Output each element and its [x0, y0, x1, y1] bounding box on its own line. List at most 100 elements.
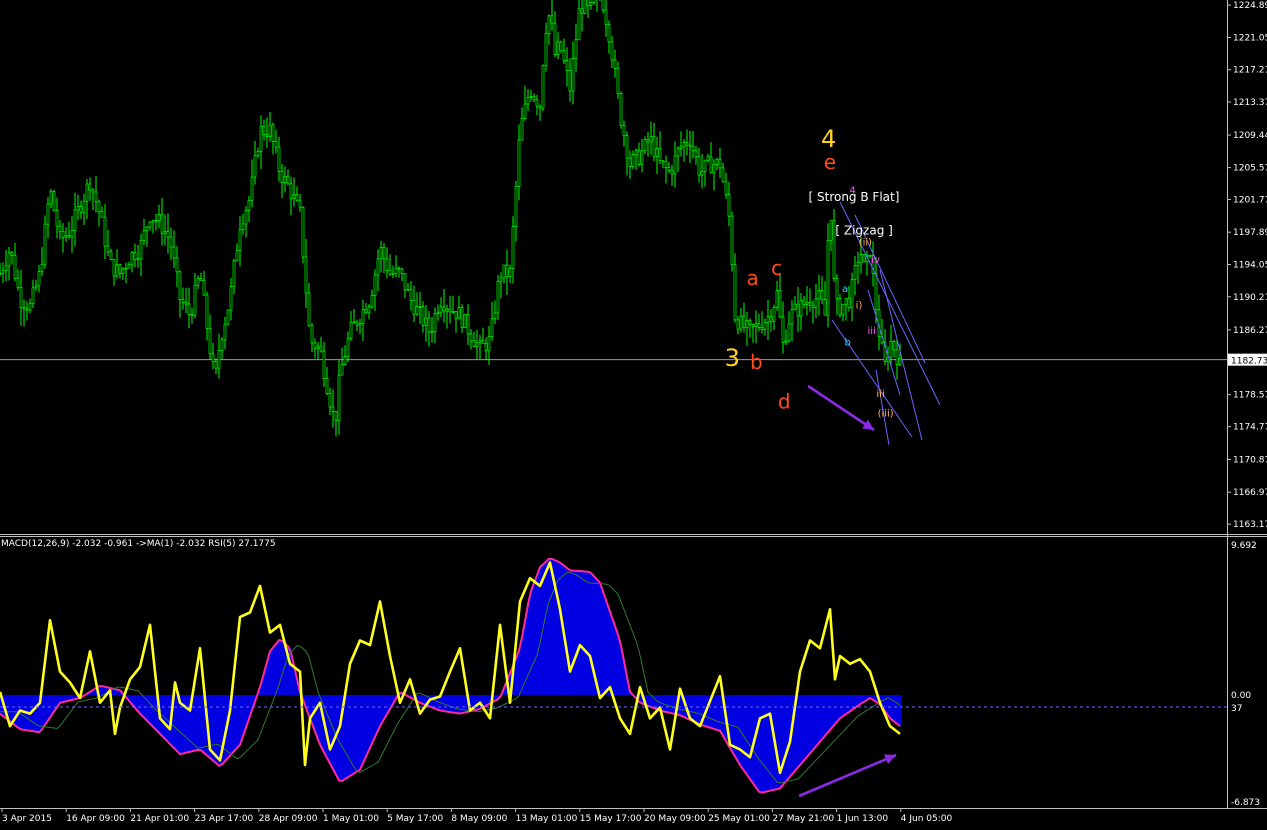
- candle-body: [382, 247, 386, 260]
- candle-body: [589, 1, 593, 6]
- candle-body: [238, 229, 242, 252]
- candle-body: [748, 320, 752, 325]
- candle-body: [181, 299, 185, 303]
- candle-body: [355, 321, 359, 326]
- candle-body: [229, 286, 233, 311]
- time-tick-label: 1 May 01:00: [323, 814, 379, 824]
- candle-body: [178, 271, 182, 300]
- candle-body: [862, 254, 866, 263]
- candle-body: [772, 307, 776, 322]
- candle-body: [781, 316, 785, 343]
- candle-body: [379, 247, 383, 260]
- candle-body: [679, 145, 683, 150]
- price-tick-label: 1170.87: [1233, 455, 1267, 465]
- candle-body: [733, 264, 737, 321]
- candle-body: [400, 268, 404, 274]
- time-tick-label: 1 Jun 13:00: [837, 814, 889, 824]
- candle-body: [583, 0, 587, 14]
- time-tick-label: 20 May 09:00: [644, 814, 706, 824]
- candle-body: [790, 308, 794, 325]
- candle-body: [802, 299, 806, 305]
- price-tick-label: 1174.77: [1233, 423, 1267, 433]
- candle-body: [460, 307, 464, 328]
- candle-body: [547, 15, 551, 34]
- candle-body: [754, 323, 758, 327]
- time-tick-label: 5 May 17:00: [387, 814, 443, 824]
- candle-body: [556, 41, 560, 55]
- candle-body: [628, 157, 632, 167]
- candle-body: [616, 67, 620, 94]
- price-tick-label: 1194.05: [1233, 260, 1267, 270]
- candle-body: [298, 199, 302, 208]
- ind-tick-label: 9.692: [1231, 541, 1257, 551]
- candle-body: [271, 124, 275, 142]
- candle-body: [4, 265, 8, 271]
- candle-body: [442, 306, 446, 312]
- candle-body: [310, 325, 314, 344]
- candle-body: [499, 277, 503, 282]
- candle-body: [130, 252, 134, 266]
- candle-body: [715, 158, 719, 165]
- candle-body: [514, 186, 518, 227]
- candle-body: [319, 345, 323, 352]
- candle-body: [478, 340, 482, 344]
- candle-body: [454, 311, 458, 320]
- candle-body: [496, 280, 500, 314]
- candle-body: [313, 342, 317, 349]
- time-tick-label: 23 Apr 17:00: [195, 814, 254, 824]
- price-tick-label: 1186.27: [1233, 326, 1267, 336]
- candle-body: [784, 340, 788, 343]
- price-tick-label: 1197.89: [1233, 228, 1267, 238]
- wave-label: (iii): [878, 408, 894, 419]
- candle-body: [796, 303, 800, 317]
- candle-body: [541, 65, 545, 109]
- price-tick-label: 1209.44: [1233, 131, 1267, 141]
- candle-body: [103, 216, 107, 247]
- candle-body: [841, 303, 845, 316]
- candle-body: [265, 134, 269, 137]
- candle-body: [463, 314, 467, 328]
- candle-body: [157, 214, 161, 221]
- wave-label: i): [856, 301, 863, 312]
- candle-body: [820, 290, 824, 300]
- candle-body: [844, 297, 848, 305]
- candle-body: [631, 154, 635, 167]
- candle-body: [799, 299, 803, 317]
- candle-body: [121, 268, 125, 274]
- candle-body: [106, 245, 110, 253]
- divergence-arrow-price: [807, 384, 875, 432]
- candle-body: [301, 206, 305, 258]
- candle-body: [517, 139, 521, 187]
- candle-body: [421, 306, 425, 326]
- candle-body: [334, 411, 338, 422]
- candle-body: [259, 125, 263, 152]
- candle-body: [424, 317, 428, 326]
- candle-body: [82, 200, 86, 213]
- candle-body: [415, 306, 419, 315]
- price-tick-label: 1224.89: [1233, 1, 1267, 11]
- candle-body: [43, 223, 47, 265]
- time-tick-label: 27 May 21:00: [772, 814, 834, 824]
- candle-body: [793, 303, 797, 310]
- candle-body: [295, 194, 299, 201]
- candle-body: [433, 313, 437, 332]
- candle-body: [451, 311, 455, 313]
- candle-body: [637, 149, 641, 165]
- candle-body: [262, 125, 266, 135]
- candle-body: [811, 304, 815, 308]
- candle-body: [166, 230, 170, 238]
- ind-zero-label: 0.00: [1231, 691, 1251, 701]
- candle-body: [325, 378, 329, 394]
- candle-body: [427, 317, 431, 333]
- ind-tick-label: -6.873: [1231, 798, 1260, 808]
- candle-body: [694, 150, 698, 158]
- candle-body: [673, 155, 677, 175]
- candle-body: [307, 292, 311, 327]
- candle-body: [208, 327, 212, 355]
- candle-body: [22, 307, 26, 310]
- candle-body: [520, 118, 524, 141]
- candle-body: [625, 135, 629, 159]
- candle-body: [367, 306, 371, 314]
- price-axis-line: [1227, 0, 1228, 808]
- time-tick-label: 3 Apr 2015: [2, 814, 52, 824]
